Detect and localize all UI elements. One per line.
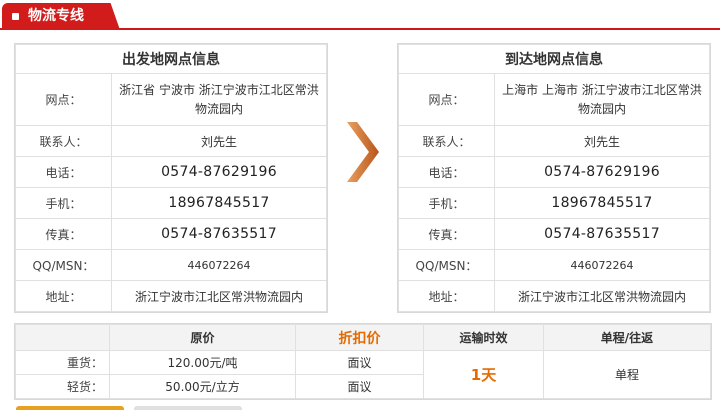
dest-phone: 0574-87629196 (494, 156, 710, 188)
footer-button-primary[interactable] (16, 406, 124, 410)
heavy-original-price: 120.00元/吨 (109, 350, 296, 375)
dest-mobile: 18967845517 (494, 187, 710, 219)
dest-label-outlet: 网点： (398, 73, 495, 126)
dest-fax: 0574-87635517 (494, 218, 710, 250)
section-header: 物流专线 (0, 0, 720, 30)
origin-panel: 出发地网点信息 网点： 浙江省 宁波市 浙江宁波市江北区常洪物流园内 联系人： … (14, 43, 328, 313)
tab-logistics-line[interactable]: 物流专线 (2, 3, 120, 30)
origin-qq: 446072264 (111, 249, 327, 281)
trip-type-value: 单程 (543, 350, 711, 399)
header-original-price: 原价 (109, 324, 296, 351)
tab-label: 物流专线 (28, 8, 84, 24)
dest-label-qq: QQ/MSN： (398, 249, 495, 281)
origin-label-outlet: 网点： (15, 73, 112, 126)
dest-label-address: 地址： (398, 280, 495, 312)
destination-title: 到达地网点信息 (398, 44, 710, 74)
bullet-icon (12, 13, 19, 20)
pricing-table: 原价 折扣价 运输时效 单程/往返 重货： 120.00元/吨 面议 1天 单程… (14, 323, 712, 400)
origin-title: 出发地网点信息 (15, 44, 327, 74)
light-discount-price: 面议 (295, 374, 424, 399)
header-trip-type: 单程/往返 (543, 324, 711, 351)
origin-label-contact: 联系人： (15, 125, 112, 157)
header-transit-time: 运输时效 (423, 324, 544, 351)
dest-label-phone: 电话： (398, 156, 495, 188)
heavy-label: 重货： (15, 350, 110, 375)
dest-label-fax: 传真： (398, 218, 495, 250)
destination-panel: 到达地网点信息 网点： 上海市 上海市 浙江宁波市江北区常洪物流园内 联系人： … (397, 43, 711, 313)
origin-contact: 刘先生 (111, 125, 327, 157)
dest-label-contact: 联系人： (398, 125, 495, 157)
origin-phone: 0574-87629196 (111, 156, 327, 188)
origin-address: 浙江宁波市江北区常洪物流园内 (111, 280, 327, 312)
chevron-right-icon (347, 122, 379, 182)
origin-label-phone: 电话： (15, 156, 112, 188)
dest-contact: 刘先生 (494, 125, 710, 157)
dest-label-mobile: 手机： (398, 187, 495, 219)
origin-label-mobile: 手机： (15, 187, 112, 219)
origin-mobile: 18967845517 (111, 187, 327, 219)
origin-label-qq: QQ/MSN： (15, 249, 112, 281)
origin-outlet: 浙江省 宁波市 浙江宁波市江北区常洪物流园内 (111, 73, 327, 126)
light-label: 轻货： (15, 374, 110, 399)
dest-outlet: 上海市 上海市 浙江宁波市江北区常洪物流园内 (494, 73, 710, 126)
footer-button-secondary[interactable] (134, 406, 242, 410)
dest-qq: 446072264 (494, 249, 710, 281)
heavy-discount-price: 面议 (295, 350, 424, 375)
origin-fax: 0574-87635517 (111, 218, 327, 250)
pricing-corner (15, 324, 110, 351)
origin-label-fax: 传真： (15, 218, 112, 250)
light-original-price: 50.00元/立方 (109, 374, 296, 399)
dest-address: 浙江宁波市江北区常洪物流园内 (494, 280, 710, 312)
header-discount-price: 折扣价 (295, 324, 424, 351)
origin-label-address: 地址： (15, 280, 112, 312)
transit-time-value: 1天 (423, 350, 544, 399)
